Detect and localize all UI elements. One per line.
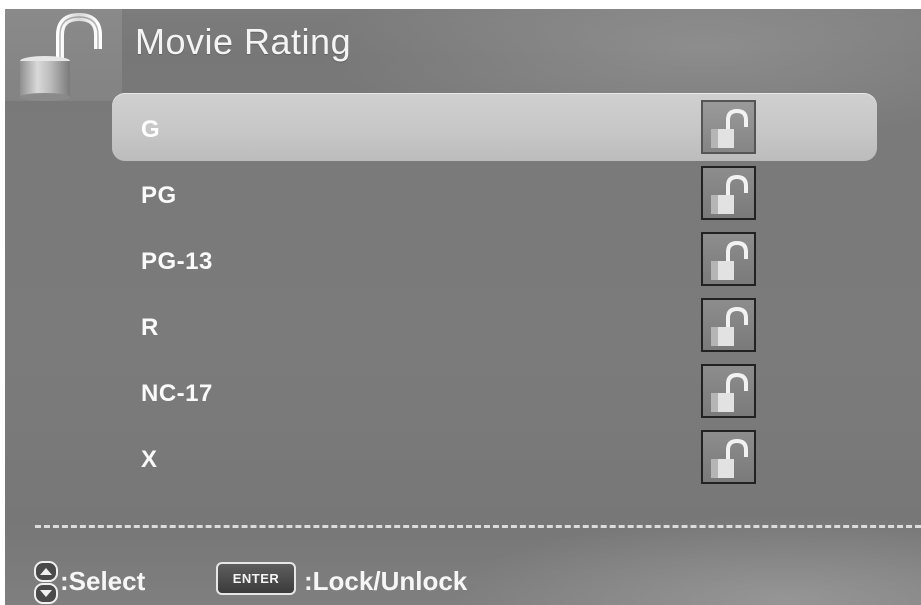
unlocked-padlock-icon[interactable] (701, 298, 756, 352)
enter-key-icon: ENTER (216, 562, 296, 595)
rating-label: NC-17 (141, 380, 213, 407)
rating-label: PG-13 (141, 248, 213, 275)
rating-row-pg[interactable]: PG (112, 159, 877, 225)
page-title: Movie Rating (135, 21, 352, 62)
rating-row-nc-17[interactable]: NC-17 (112, 357, 877, 423)
unlocked-padlock-icon[interactable] (701, 232, 756, 286)
rating-list: G PG PG-13 R NC-17 X (112, 93, 877, 489)
select-hint: :Select (60, 566, 146, 596)
rating-row-g[interactable]: G (112, 93, 877, 161)
rating-label: X (141, 446, 158, 473)
selection-highlight (112, 93, 877, 161)
lock-unlock-hint: :Lock/Unlock (304, 566, 468, 596)
header-lock-panel (5, 9, 122, 101)
rating-row-r[interactable]: R (112, 291, 877, 357)
rating-label: G (141, 116, 161, 143)
padlock-icon (20, 12, 102, 101)
footer-divider (35, 525, 921, 528)
rating-row-pg-13[interactable]: PG-13 (112, 225, 877, 291)
rating-label: PG (141, 182, 177, 209)
unlocked-padlock-icon[interactable] (701, 166, 756, 220)
unlocked-padlock-icon[interactable] (701, 430, 756, 484)
rating-row-x[interactable]: X (112, 423, 877, 489)
movie-rating-screen: Movie Rating G PG PG-13 R NC-17 X:Selec… (5, 9, 921, 605)
unlocked-padlock-icon[interactable] (701, 364, 756, 418)
up-down-arrows-icon (34, 561, 58, 604)
rating-label: R (141, 314, 159, 341)
unlocked-padlock-icon[interactable] (701, 100, 756, 154)
